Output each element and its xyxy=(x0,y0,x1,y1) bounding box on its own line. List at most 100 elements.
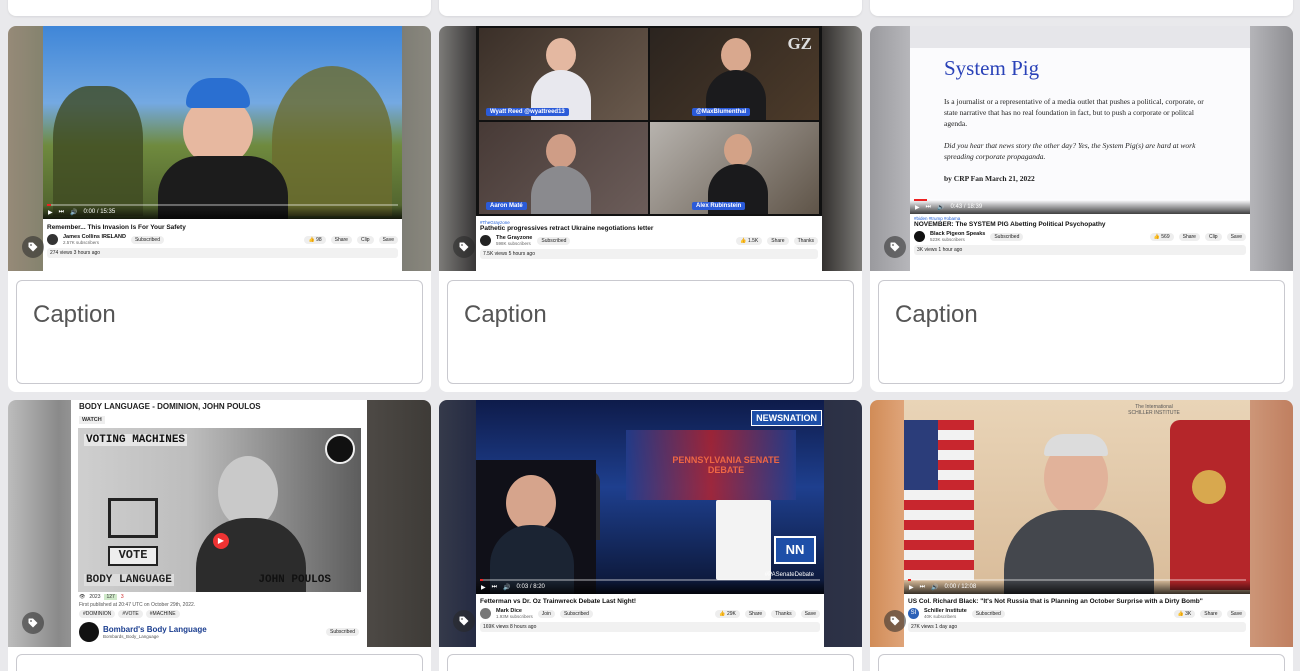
hashtag-chip: #DOMINION xyxy=(79,610,116,618)
share-button: Share xyxy=(1178,232,1200,241)
play-icon[interactable]: ▶ xyxy=(909,584,914,591)
player-controls[interactable]: ▶ ⏭ 🔊 0:00 / 15:35 xyxy=(43,205,402,219)
tag-icon xyxy=(459,616,469,626)
like-count: 98 xyxy=(316,236,322,243)
volume-icon[interactable]: 🔊 xyxy=(937,204,944,211)
definition-headline: System Pig xyxy=(944,56,1040,80)
card-top-partial-2 xyxy=(439,0,862,16)
save-button: Save xyxy=(378,235,398,244)
thumbs-up-icon: 👍 xyxy=(1153,233,1160,240)
tag-button[interactable] xyxy=(22,612,44,634)
video-meta: Fetterman vs Dr. Oz Trainwreck Debate La… xyxy=(476,598,824,632)
channel-avatar xyxy=(914,231,925,242)
share-button: Share xyxy=(767,236,789,245)
institute-logo: The International SCHILLER INSTITUTE xyxy=(1128,404,1180,416)
like-count: 569 xyxy=(1161,233,1170,240)
view-stats: 274 views 3 hours ago xyxy=(47,248,398,258)
play-icon[interactable]: ▶ xyxy=(213,533,229,549)
play-icon[interactable]: ▶ xyxy=(48,209,53,216)
time-readout: 0:03 / 8:20 xyxy=(516,584,545,590)
share-button: Share xyxy=(744,609,767,618)
channel-logo-icon xyxy=(325,434,355,464)
subscribed-button: Subscribed xyxy=(537,236,571,245)
media-card: The International SCHILLER INSTITUTE ▶ ⏭… xyxy=(870,400,1293,671)
player-controls[interactable]: ▶ ⏭ 🔊 0:43 / 18:39 xyxy=(910,200,1250,214)
video-title: NOVEMBER: The SYSTEM PIG Abetting Politi… xyxy=(914,221,1106,228)
video-frame: The International SCHILLER INSTITUTE ▶ ⏭… xyxy=(904,400,1250,594)
media-card: ▶ ⏭ 🔊 0:00 / 15:35 Remember... This Inva… xyxy=(8,26,431,392)
tag-button[interactable] xyxy=(453,610,475,632)
eye-icon: 👁 xyxy=(79,594,86,600)
screenshot-image: ▶ ⏭ 🔊 0:00 / 15:35 Remember... This Inva… xyxy=(43,26,402,271)
next-icon[interactable]: ⏭ xyxy=(920,584,925,591)
join-button: Join xyxy=(537,609,555,618)
caption-input[interactable] xyxy=(447,654,854,671)
like-count: 1.5K xyxy=(747,237,759,244)
play-icon[interactable]: ▶ xyxy=(481,584,486,591)
network-logo: NEWSNATION xyxy=(751,410,822,426)
participant-label: @MaxBlumenthal xyxy=(692,108,751,116)
player-controls[interactable]: ▶ ⏭ 🔊 0:03 / 8:20 xyxy=(476,580,824,594)
channel-avatar xyxy=(79,622,99,642)
hashtag-chip: #MACHINE xyxy=(145,610,180,618)
participant-label: Alex Rubinstein xyxy=(692,202,746,210)
network-bug: NN xyxy=(774,536,816,564)
screenshot-image: PENNSYLVANIA SENATE DEBATE NEWSNATION NN… xyxy=(476,400,824,647)
card-thumbnail[interactable]: The International SCHILLER INSTITUTE ▶ ⏭… xyxy=(870,400,1293,647)
tag-button[interactable] xyxy=(22,236,44,258)
caption-input[interactable]: Caption xyxy=(878,280,1285,384)
caption-input[interactable] xyxy=(878,654,1285,671)
screenshot-image: Wyatt Reed @wyattreed13 @MaxBlumenthal A… xyxy=(476,26,822,271)
next-icon[interactable]: ⏭ xyxy=(492,584,497,591)
save-button: Save xyxy=(1226,609,1246,618)
next-icon[interactable]: ⏭ xyxy=(59,209,64,216)
volume-icon[interactable]: 🔊 xyxy=(503,584,510,591)
overlay-text: VOTING MACHINES xyxy=(84,434,188,446)
tag-button[interactable] xyxy=(884,610,906,632)
next-icon[interactable]: ⏭ xyxy=(926,204,931,211)
definition-example: Did you hear that news story the other d… xyxy=(944,141,1196,161)
video-frame: ▶ ⏭ 🔊 0:00 / 15:35 xyxy=(43,26,402,219)
card-top-partial-1 xyxy=(8,0,431,16)
caption-input[interactable]: Caption xyxy=(447,280,854,384)
tag-icon xyxy=(28,242,38,252)
time-readout: 0:43 / 18:39 xyxy=(950,204,983,210)
watch-tab: WATCH xyxy=(79,416,105,424)
video-meta: 👁 2023 127 3 First published at 20:47 UTC… xyxy=(79,594,359,642)
video-title: Remember... This Invasion Is For Your Sa… xyxy=(47,224,186,231)
caption-input[interactable]: Caption xyxy=(16,280,423,384)
card-thumbnail[interactable]: ▶ ⏭ 🔊 0:00 / 15:35 Remember... This Inva… xyxy=(8,26,431,271)
video-meta: #TheGrayzone Pathetic progressives retra… xyxy=(476,220,822,259)
thumbs-up-icon: 👍 xyxy=(740,237,747,244)
video-meta: #biden #trump #obama NOVEMBER: The SYSTE… xyxy=(910,216,1250,255)
view-stats: 3K views 1 hour ago xyxy=(914,245,1246,255)
card-thumbnail[interactable]: BODY LANGUAGE - DOMINION, JOHN POULOS WA… xyxy=(8,400,431,647)
upvote-count: 127 xyxy=(104,594,117,600)
video-header: BODY LANGUAGE - DOMINION, JOHN POULOS xyxy=(79,402,261,411)
subscribed-button: Subscribed xyxy=(559,609,593,618)
player-controls[interactable]: ▶ ⏭ 🔊 0:00 / 12:08 xyxy=(904,580,1250,594)
card-thumbnail[interactable]: PENNSYLVANIA SENATE DEBATE NEWSNATION NN… xyxy=(439,400,862,647)
channel-name: Bombard's Body Language xyxy=(103,625,207,634)
thumbs-up-icon: 👍 xyxy=(308,236,315,243)
tag-button[interactable] xyxy=(453,236,475,258)
card-thumbnail[interactable]: Wyatt Reed @wyattreed13 @MaxBlumenthal A… xyxy=(439,26,862,271)
media-card: BODY LANGUAGE - DOMINION, JOHN POULOS WA… xyxy=(8,400,431,671)
volume-icon[interactable]: 🔊 xyxy=(70,209,77,216)
like-count: 3K xyxy=(1185,610,1192,617)
video-frame: VOTING MACHINES VOTE ▶ BODY LANGUAGE JOH… xyxy=(78,428,361,592)
video-title: Pathetic progressives retract Ukraine ne… xyxy=(480,225,654,232)
play-icon[interactable]: ▶ xyxy=(915,204,920,211)
card-thumbnail[interactable]: System Pig Is a journalist or a represen… xyxy=(870,26,1293,271)
subscriber-count: 598K subscribers xyxy=(496,241,531,246)
clip-button: Clip xyxy=(356,235,374,244)
caption-input[interactable] xyxy=(16,654,423,671)
video-meta: US Col. Richard Black: "It's Not Russia … xyxy=(904,598,1250,632)
screenshot-image: BODY LANGUAGE - DOMINION, JOHN POULOS WA… xyxy=(71,400,367,647)
video-frame: PENNSYLVANIA SENATE DEBATE NEWSNATION NN… xyxy=(476,400,824,594)
screenshot-image: The International SCHILLER INSTITUTE ▶ ⏭… xyxy=(904,400,1250,647)
time-readout: 0:00 / 12:08 xyxy=(944,584,977,590)
overlay-text: JOHN POULOS xyxy=(258,574,331,586)
tag-button[interactable] xyxy=(884,236,906,258)
volume-icon[interactable]: 🔊 xyxy=(931,584,938,591)
